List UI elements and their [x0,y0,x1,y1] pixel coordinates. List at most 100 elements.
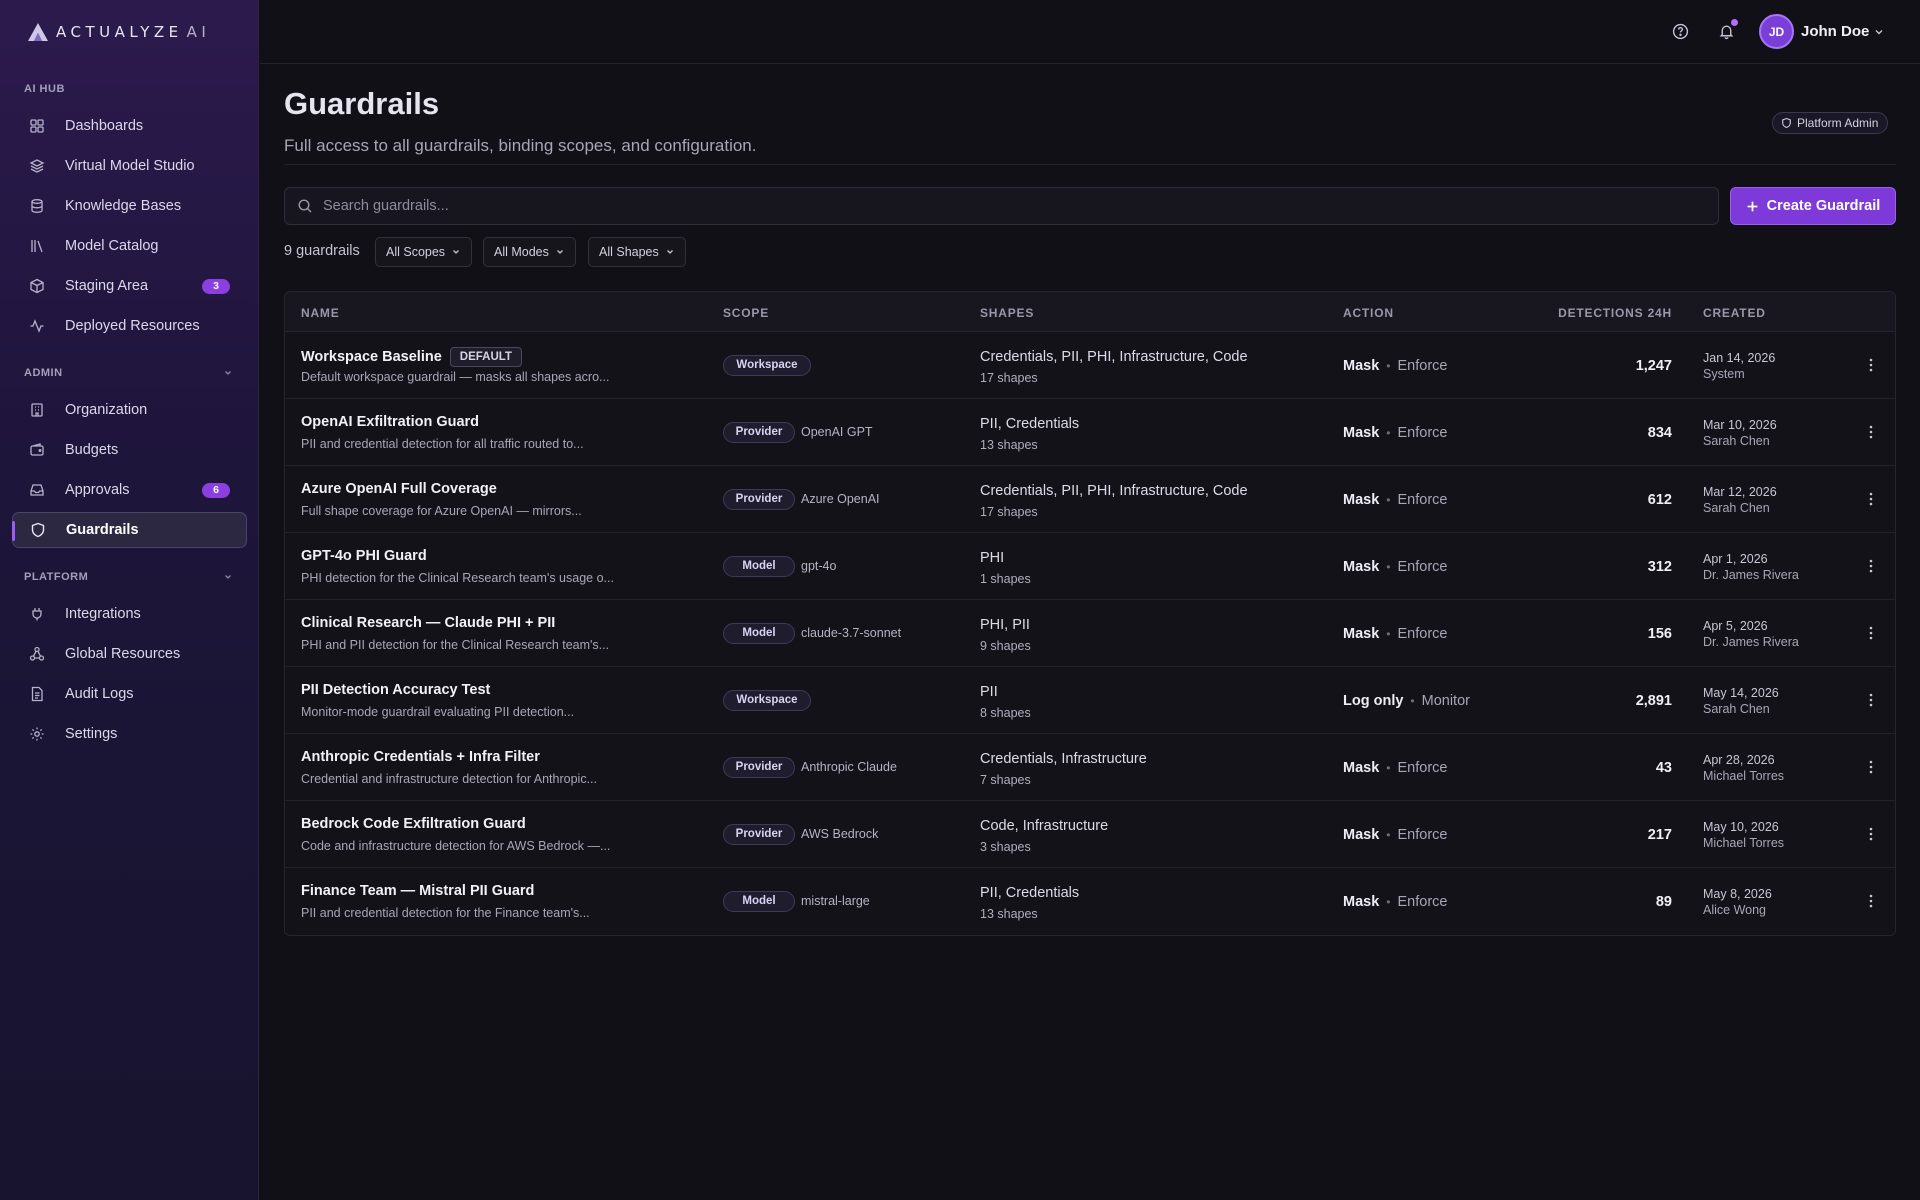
action-type: Log only [1343,693,1404,709]
bell-icon[interactable] [1716,19,1738,41]
shape-filter[interactable]: All Shapes [588,237,686,267]
user-name[interactable]: John Doe [1801,23,1869,40]
table-row[interactable]: Finance Team — Mistral PII Guard PII and … [285,868,1895,935]
scope-target: Anthropic Claude [801,760,897,774]
guardrail-name[interactable]: Anthropic Credentials + Infra Filter [301,749,540,765]
sidebar-item-organization[interactable]: Organization [12,392,247,428]
sidebar-item-staging-area[interactable]: Staging Area 3 [12,268,247,304]
database-icon [29,198,45,214]
created-date: Jan 14, 2026 [1703,351,1776,365]
section-label-platform[interactable]: PLATFORM [24,571,88,583]
guardrail-name-cell[interactable]: Azure OpenAI Full Coverage [301,481,497,497]
shapes-list: PII [980,684,998,700]
more-actions-icon[interactable] [1863,825,1879,843]
guardrail-name[interactable]: Bedrock Code Exfiltration Guard [301,816,526,832]
brand-logo[interactable]: ACTUALYZE AI [26,20,210,44]
guardrail-name-cell[interactable]: PII Detection Accuracy Test [301,682,490,698]
sidebar-item-audit-logs[interactable]: Audit Logs [12,676,247,712]
column-header-created[interactable]: CREATED [1703,306,1766,320]
column-header-detections[interactable]: DETECTIONS 24H [1558,306,1672,320]
library-icon [29,238,45,254]
sidebar-item-label: Audit Logs [65,686,134,702]
created-date: May 8, 2026 [1703,887,1772,901]
guardrail-name[interactable]: Finance Team — Mistral PII Guard [301,883,534,899]
action-cell: Mask • Enforce [1343,626,1447,642]
sidebar-item-global-resources[interactable]: Global Resources [12,636,247,672]
filter-label: All Modes [494,245,549,259]
sidebar-item-settings[interactable]: Settings [12,716,247,752]
scope-filter[interactable]: All Scopes [375,237,473,267]
column-header-scope[interactable]: SCOPE [723,306,769,320]
action-cell: Mask • Enforce [1343,894,1447,910]
sidebar-item-budgets[interactable]: Budgets [12,432,247,468]
sidebar-item-model-catalog[interactable]: Model Catalog [12,228,247,264]
guardrail-name[interactable]: Workspace Baseline [301,349,442,365]
guardrail-name-cell[interactable]: OpenAI Exfiltration Guard [301,414,479,430]
guardrail-name[interactable]: Azure OpenAI Full Coverage [301,481,497,497]
scope-badge: Provider [723,489,795,510]
page-subtitle: Full access to all guardrails, binding s… [284,136,757,155]
guardrail-name-cell[interactable]: Clinical Research — Claude PHI + PII [301,615,555,631]
shapes-count: 3 shapes [980,840,1031,854]
table-row[interactable]: Bedrock Code Exfiltration Guard Code and … [285,801,1895,868]
sidebar-item-dashboards[interactable]: Dashboards [12,108,247,144]
guardrail-name-cell[interactable]: Bedrock Code Exfiltration Guard [301,816,526,832]
sidebar-item-guardrails[interactable]: Guardrails [12,512,247,548]
more-actions-icon[interactable] [1863,624,1879,642]
shapes-list: Credentials, Infrastructure [980,751,1147,767]
section-label-admin[interactable]: ADMIN [24,367,63,379]
more-actions-icon[interactable] [1863,423,1879,441]
guardrail-name-cell[interactable]: Workspace Baseline DEFAULT [301,347,522,367]
shapes-count: 13 shapes [980,438,1038,452]
notification-dot [1731,19,1738,26]
table-row[interactable]: PII Detection Accuracy Test Monitor-mode … [285,667,1895,734]
column-header-name[interactable]: NAME [301,306,340,320]
table-row[interactable]: Anthropic Credentials + Infra Filter Cred… [285,734,1895,801]
table-row[interactable]: Azure OpenAI Full Coverage Full shape cov… [285,466,1895,533]
chevron-down-icon[interactable] [223,572,233,582]
guardrail-name[interactable]: OpenAI Exfiltration Guard [301,414,479,430]
column-header-shapes[interactable]: SHAPES [980,306,1034,320]
avatar[interactable]: JD [1759,14,1794,49]
guardrail-name[interactable]: GPT-4o PHI Guard [301,548,427,564]
more-actions-icon[interactable] [1863,557,1879,575]
more-actions-icon[interactable] [1863,892,1879,910]
more-actions-icon[interactable] [1863,356,1879,374]
scope-target: claude-3.7-sonnet [801,626,902,640]
guardrail-name-cell[interactable]: GPT-4o PHI Guard [301,548,427,564]
chevron-down-icon[interactable] [223,368,233,378]
chevron-down-icon[interactable] [1873,26,1885,38]
guardrail-name[interactable]: Clinical Research — Claude PHI + PII [301,615,555,631]
more-actions-icon[interactable] [1863,490,1879,508]
create-guardrail-button[interactable]: Create Guardrail [1730,187,1896,225]
sidebar-item-label: Deployed Resources [65,318,200,334]
box-icon [29,278,45,294]
guardrail-name-cell[interactable]: Finance Team — Mistral PII Guard [301,883,534,899]
table-row[interactable]: Clinical Research — Claude PHI + PII PHI … [285,600,1895,667]
sidebar-item-integrations[interactable]: Integrations [12,596,247,632]
more-actions-icon[interactable] [1863,691,1879,709]
search-box[interactable] [284,187,1719,225]
table-row[interactable]: Workspace Baseline DEFAULT Default workspa… [285,332,1895,399]
scope-badge: Provider [723,757,795,778]
guardrail-name[interactable]: PII Detection Accuracy Test [301,682,490,698]
sidebar-item-knowledge-bases[interactable]: Knowledge Bases [12,188,247,224]
sidebar-item-virtual-model-studio[interactable]: Virtual Model Studio [12,148,247,184]
detections-count: 2,891 [1635,693,1672,709]
column-header-action[interactable]: ACTION [1343,306,1394,320]
sidebar-item-label: Guardrails [66,522,139,538]
more-actions-icon[interactable] [1863,758,1879,776]
role-badge-label: Platform Admin [1797,116,1879,130]
sidebar-item-deployed-resources[interactable]: Deployed Resources [12,308,247,344]
guardrail-name-cell[interactable]: Anthropic Credentials + Infra Filter [301,749,540,765]
sidebar-item-approvals[interactable]: Approvals 6 [12,472,247,508]
scope-badge: Provider [723,422,795,443]
table-row[interactable]: OpenAI Exfiltration Guard PII and credent… [285,399,1895,466]
search-input[interactable] [323,198,1703,214]
separator-dot: • [1386,493,1391,507]
action-mode: Enforce [1397,760,1448,776]
table-row[interactable]: GPT-4o PHI Guard PHI detection for the Cl… [285,533,1895,600]
help-icon[interactable] [1670,21,1690,41]
separator-dot: • [1386,426,1391,440]
mode-filter[interactable]: All Modes [483,237,576,267]
